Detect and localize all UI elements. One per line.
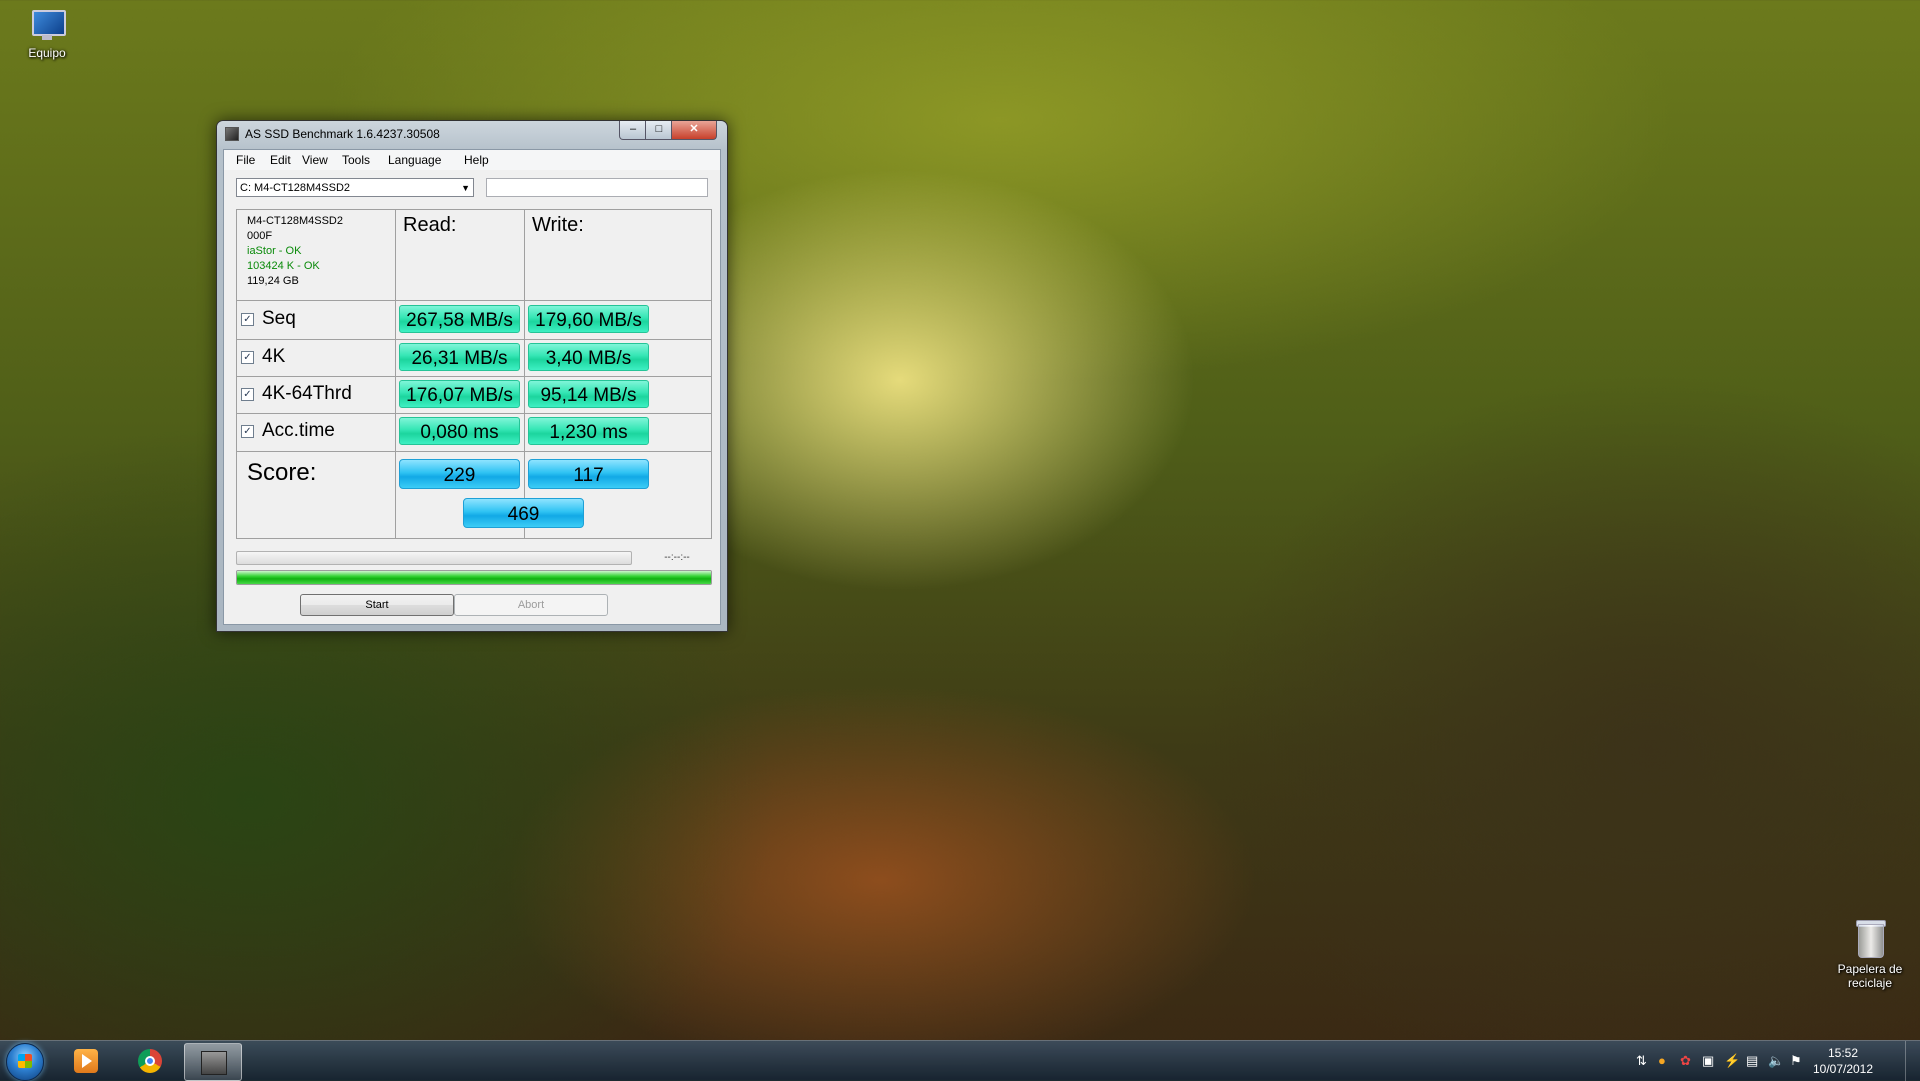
- chevron-down-icon: ▼: [461, 183, 470, 193]
- elapsed-time: --:--:--: [664, 552, 690, 563]
- driver-status: iaStor - OK: [247, 245, 302, 257]
- computer-icon-label: Equipo: [28, 46, 66, 60]
- taskbar-chrome[interactable]: [122, 1043, 178, 1079]
- system-clock[interactable]: 15:52 10/07/2012: [1808, 1045, 1878, 1077]
- computer-desktop-icon[interactable]: Equipo: [2, 8, 92, 60]
- read-score: 229: [399, 459, 520, 489]
- 4k64-read-value: 176,07 MB/s: [399, 380, 520, 408]
- seq-checkbox[interactable]: ✓: [241, 313, 254, 326]
- media-player-icon: [74, 1049, 98, 1073]
- start-button[interactable]: Start: [300, 594, 454, 616]
- tray-display-icon[interactable]: ▣: [1702, 1053, 1714, 1069]
- window-title: AS SSD Benchmark 1.6.4237.30508: [245, 127, 440, 141]
- drive-select[interactable]: C: M4-CT128M4SSD2 ▼: [236, 178, 474, 197]
- 4k64-write-value: 95,14 MB/s: [528, 380, 649, 408]
- as-ssd-icon: [201, 1051, 227, 1075]
- drive-model: M4-CT128M4SSD2: [247, 215, 343, 227]
- abort-button[interactable]: Abort: [454, 594, 608, 616]
- window-titlebar[interactable]: AS SSD Benchmark 1.6.4237.30508 – □ ✕: [217, 121, 727, 145]
- recycle-bin-desktop-icon[interactable]: Papelera de reciclaje: [1825, 918, 1915, 990]
- 4k-checkbox[interactable]: ✓: [241, 351, 254, 364]
- taskbar: ⇅ ● ✿ ▣ ⚡ ▤ 🔈 ⚑ 15:52 10/07/2012: [0, 1040, 1920, 1081]
- results-grid: M4-CT128M4SSD2 000F iaStor - OK 103424 K…: [236, 209, 712, 539]
- taskbar-as-ssd[interactable]: [184, 1043, 242, 1081]
- menu-file[interactable]: File: [236, 153, 255, 167]
- read-header: Read:: [403, 214, 457, 236]
- drive-info-field: [486, 178, 708, 197]
- windows-logo-icon: [18, 1054, 32, 1068]
- show-desktop-button[interactable]: [1905, 1041, 1920, 1081]
- seq-write-value: 179,60 MB/s: [528, 305, 649, 333]
- seq-read-value: 267,58 MB/s: [399, 305, 520, 333]
- menu-tools[interactable]: Tools: [342, 153, 370, 167]
- acctime-row-label: ✓ Acc.time: [241, 420, 335, 442]
- acctime-write-value: 1,230 ms: [528, 417, 649, 445]
- recycle-bin-icon: [1854, 918, 1886, 958]
- drive-firmware: 000F: [247, 230, 273, 242]
- tray-avast-icon[interactable]: ●: [1658, 1053, 1666, 1068]
- overall-progress-bar: [236, 570, 712, 585]
- menu-bar: File Edit View Tools Language Help: [224, 150, 720, 170]
- acctime-read-value: 0,080 ms: [399, 417, 520, 445]
- 4k64-checkbox[interactable]: ✓: [241, 388, 254, 401]
- clock-time: 15:52: [1827, 1046, 1859, 1060]
- overall-progress-fill: [237, 571, 711, 584]
- drive-info: M4-CT128M4SSD2 000F iaStor - OK 103424 K…: [247, 214, 343, 289]
- minimize-button[interactable]: –: [619, 121, 647, 140]
- computer-icon: [28, 8, 66, 42]
- test-progress-bar: [236, 551, 632, 565]
- seq-row-label: ✓ Seq: [241, 308, 296, 330]
- score-label: Score:: [247, 459, 317, 486]
- write-header: Write:: [532, 214, 584, 236]
- tray-power-icon[interactable]: ⚡: [1724, 1053, 1740, 1069]
- recycle-bin-label: Papelera de reciclaje: [1837, 962, 1903, 990]
- menu-view[interactable]: View: [302, 153, 328, 167]
- chrome-icon: [138, 1049, 162, 1073]
- menu-edit[interactable]: Edit: [270, 153, 291, 167]
- taskbar-media-player[interactable]: [58, 1043, 114, 1079]
- write-score: 117: [528, 459, 649, 489]
- app-icon: [225, 127, 239, 141]
- acctime-checkbox[interactable]: ✓: [241, 425, 254, 438]
- menu-language[interactable]: Language: [388, 153, 441, 167]
- 4k-write-value: 3,40 MB/s: [528, 343, 649, 371]
- drive-select-value: C: M4-CT128M4SSD2: [240, 182, 351, 194]
- tray-volume-icon[interactable]: 🔈: [1768, 1053, 1784, 1069]
- 4k-read-value: 26,31 MB/s: [399, 343, 520, 371]
- as-ssd-window: AS SSD Benchmark 1.6.4237.30508 – □ ✕ Fi…: [216, 120, 728, 632]
- 4k-row-label: ✓ 4K: [241, 346, 285, 368]
- clock-date: 10/07/2012: [1812, 1062, 1874, 1076]
- drive-size: 119,24 GB: [247, 275, 299, 287]
- 4k64-row-label: ✓ 4K-64Thrd: [241, 383, 352, 405]
- tray-action-center-icon[interactable]: ⚑: [1790, 1053, 1802, 1069]
- start-button[interactable]: [6, 1043, 44, 1081]
- tray-app-icon[interactable]: ✿: [1680, 1053, 1691, 1069]
- tray-network-icon[interactable]: ⇅: [1636, 1053, 1647, 1069]
- alignment-status: 103424 K - OK: [247, 260, 320, 272]
- maximize-button[interactable]: □: [645, 121, 673, 140]
- window-client-area: File Edit View Tools Language Help C: M4…: [223, 149, 721, 625]
- tray-connection-icon[interactable]: ▤: [1746, 1053, 1758, 1069]
- total-score: 469: [463, 498, 584, 528]
- menu-help[interactable]: Help: [464, 153, 489, 167]
- close-button[interactable]: ✕: [671, 121, 717, 140]
